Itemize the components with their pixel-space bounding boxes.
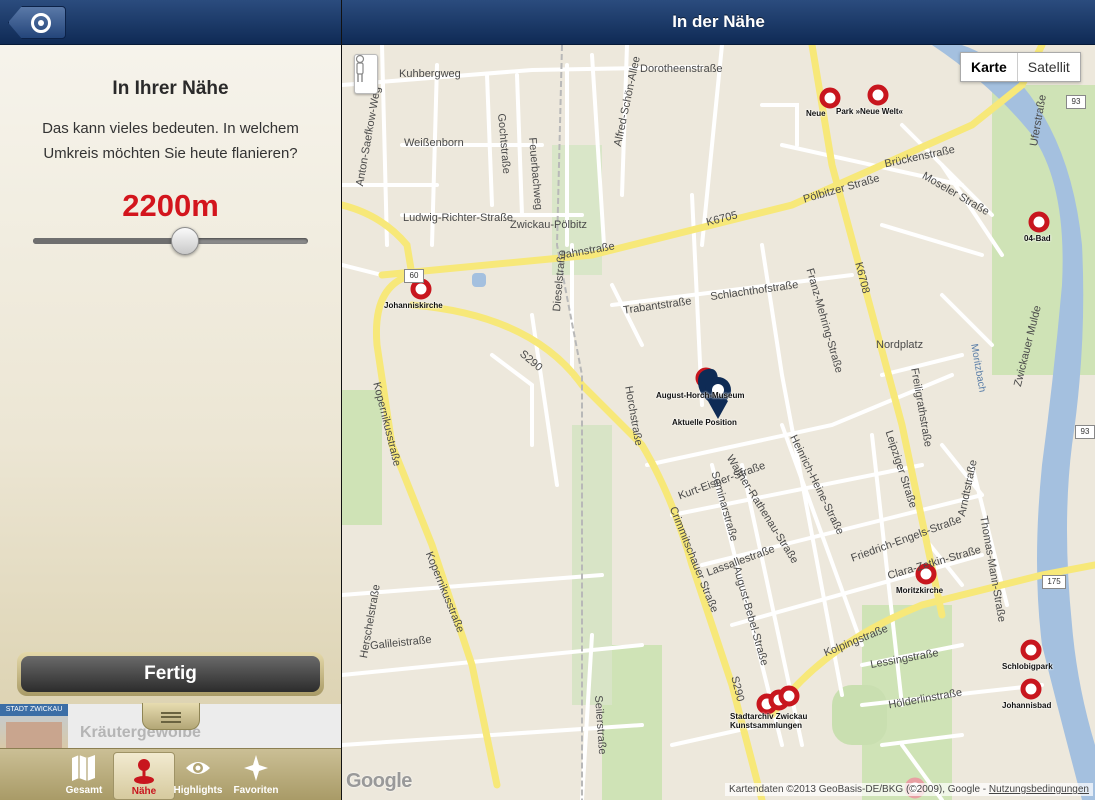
tab-favoriten[interactable]: Favoriten bbox=[226, 749, 286, 800]
poi-label: Park »Neue Welt« bbox=[836, 107, 903, 116]
poi-label: Schlobigpark bbox=[1002, 662, 1053, 671]
street-label: Ludwig-Richter-Straße bbox=[403, 212, 514, 224]
road-shield: 60 bbox=[404, 269, 424, 283]
tab-highlights[interactable]: Highlights bbox=[168, 749, 228, 800]
eye-icon bbox=[186, 762, 210, 774]
poi-marker[interactable] bbox=[819, 87, 841, 109]
map-icon bbox=[72, 755, 95, 781]
map-type-toggle: Karte Satellit bbox=[960, 52, 1081, 82]
poi-marker[interactable] bbox=[867, 84, 889, 106]
left-toolbar bbox=[0, 0, 341, 45]
drawer-handle[interactable] bbox=[142, 703, 200, 730]
attribution-text: Kartendaten ©2013 GeoBasis-DE/BKG (©2009… bbox=[729, 784, 989, 795]
pond bbox=[472, 273, 486, 287]
poi-label: Johanniskirche bbox=[384, 301, 443, 310]
pegman-icon bbox=[355, 55, 365, 82]
nearby-description: Das kann vieles bedeuten. In welchem Umk… bbox=[42, 120, 299, 162]
left-panel: In Ihrer Nähe Das kann vieles bedeuten. … bbox=[0, 0, 341, 800]
poi-marker[interactable] bbox=[1020, 639, 1042, 661]
poi-label: Moritzkirche bbox=[896, 586, 944, 595]
star-icon bbox=[244, 755, 268, 781]
back-button[interactable] bbox=[8, 6, 66, 39]
poi-marker[interactable] bbox=[778, 685, 800, 707]
tab-label: Highlights bbox=[173, 785, 223, 796]
tab-label: Nähe bbox=[131, 786, 157, 797]
radius-slider-thumb[interactable] bbox=[171, 227, 200, 255]
position-label: Aktuelle Position bbox=[672, 418, 737, 427]
map-type-satellit-button[interactable]: Satellit bbox=[1018, 53, 1080, 81]
street-label: Zwickau-Pölbitz bbox=[510, 219, 588, 231]
poi-marker[interactable] bbox=[410, 278, 432, 300]
poi-preview-image: STADT ZWICKAU bbox=[0, 704, 68, 748]
street-label: Dorotheenstraße bbox=[640, 63, 723, 75]
poi-preview-tag: STADT ZWICKAU bbox=[0, 704, 68, 716]
road-shield: 93 bbox=[1066, 95, 1086, 109]
radius-value: 2200m bbox=[122, 188, 219, 223]
poi-label: Johannisbad bbox=[1002, 701, 1052, 710]
tab-label: Favoriten bbox=[233, 785, 279, 796]
navigation-bar: In der Nähe bbox=[342, 0, 1095, 45]
grip-icon bbox=[161, 712, 181, 723]
google-logo: Google bbox=[346, 770, 412, 792]
poi-label: Stadtarchiv Zwickau bbox=[730, 712, 808, 721]
tab-label: Gesamt bbox=[65, 785, 103, 796]
nearby-title: In Ihrer Nähe bbox=[112, 78, 229, 99]
road-shield: 93 bbox=[1075, 425, 1095, 439]
tab-gesamt[interactable]: Gesamt bbox=[54, 749, 114, 800]
terms-link[interactable]: Nutzungsbedingungen bbox=[989, 784, 1089, 795]
poi-marker[interactable] bbox=[1028, 211, 1050, 233]
poi-label: 04-Bad bbox=[1024, 234, 1051, 243]
road-shield: 175 bbox=[1042, 575, 1066, 589]
radius-slider[interactable] bbox=[33, 227, 308, 255]
street-view-button[interactable] bbox=[354, 54, 378, 94]
poi-label: August-Horch-Museum bbox=[656, 391, 745, 400]
street-label: Kuhbergweg bbox=[399, 68, 461, 80]
tab-naehe[interactable]: Nähe bbox=[113, 752, 175, 800]
map-attribution: Kartendaten ©2013 GeoBasis-DE/BKG (©2009… bbox=[725, 783, 1093, 796]
done-button[interactable]: Fertig bbox=[21, 656, 320, 692]
map-type-karte-button[interactable]: Karte bbox=[961, 53, 1018, 81]
building-image bbox=[6, 722, 62, 748]
poi-label: Kunstsammlungen bbox=[730, 721, 803, 730]
nav-title: In der Nähe bbox=[672, 12, 765, 31]
radius-slider-fill bbox=[33, 238, 185, 244]
street-label: Nordplatz bbox=[876, 339, 924, 351]
tab-bar: Gesamt Nähe Highlights Favoriten bbox=[0, 748, 341, 800]
joystick-icon bbox=[134, 759, 154, 784]
circle-back-icon bbox=[31, 13, 51, 33]
poi-label: Neue bbox=[806, 109, 826, 118]
poi-marker[interactable] bbox=[1020, 678, 1042, 700]
street-label: Weißenborn bbox=[404, 137, 464, 149]
done-button-frame: Fertig bbox=[17, 652, 324, 696]
map-view[interactable]: Kuhbergweg Dorotheenstraße Weißenborn Fe… bbox=[342, 45, 1095, 800]
